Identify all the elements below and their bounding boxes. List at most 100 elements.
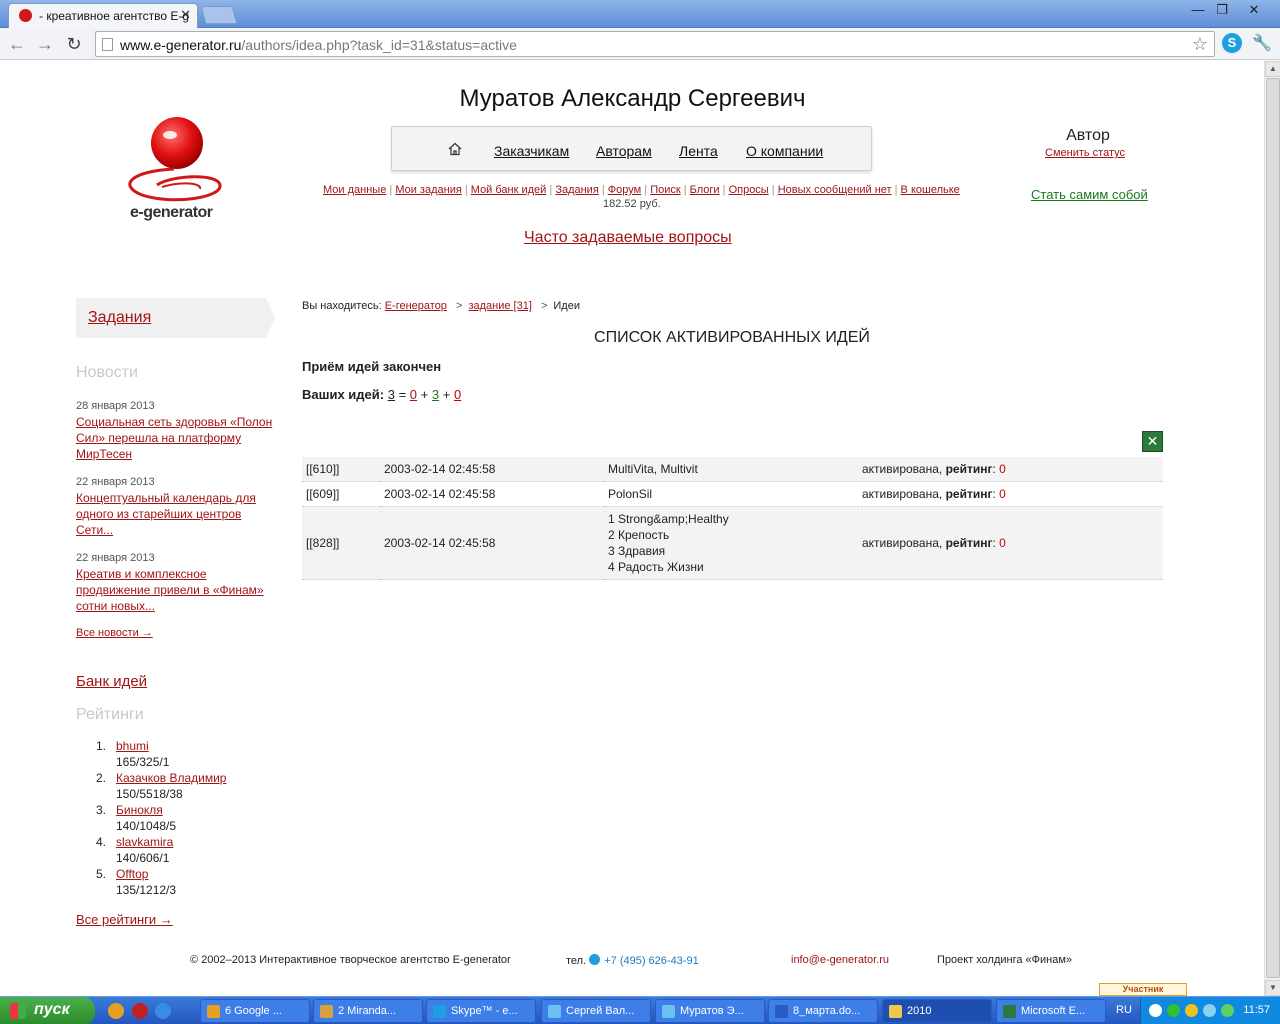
ideas-table: [[610]] 2003-02-14 02:45:58 MultiVita, Mul… bbox=[302, 457, 1163, 580]
news-title-link[interactable]: Креатив и комплексное продвижение привел… bbox=[76, 566, 276, 614]
rating-number: 4. bbox=[96, 835, 107, 849]
scroll-down-icon[interactable]: ▼ bbox=[1265, 980, 1280, 996]
rating-user-link[interactable]: Offtop bbox=[116, 867, 148, 881]
email-link[interactable]: info@e-generator.ru bbox=[791, 954, 889, 966]
status-label: активирована, bbox=[862, 487, 943, 501]
news-title-link[interactable]: Социальная сеть здоровья «Полон Сил» пер… bbox=[76, 414, 276, 462]
scroll-thumb[interactable] bbox=[1266, 78, 1280, 978]
taskbar-button[interactable]: 2 Miranda... bbox=[313, 999, 423, 1023]
breadcrumb-home-link[interactable]: E-генератор bbox=[385, 300, 447, 312]
rating-number: 2. bbox=[96, 771, 107, 785]
taskbar-button[interactable]: Муратов Э... bbox=[655, 999, 765, 1023]
subnav-my-tasks[interactable]: Мои задания bbox=[395, 184, 461, 196]
phone-number-link[interactable]: +7 (495) 626-43-91 bbox=[604, 955, 698, 967]
be-yourself-link[interactable]: Стать самим собой bbox=[1031, 187, 1148, 202]
opera-quicklaunch-icon[interactable] bbox=[132, 1003, 148, 1019]
back-arrow-icon[interactable]: ← bbox=[6, 33, 28, 55]
scroll-up-icon[interactable]: ▲ bbox=[1265, 61, 1280, 77]
footer-holding: Проект холдинга «Финам» bbox=[937, 954, 1073, 966]
faq-link[interactable]: Часто задаваемые вопросы bbox=[524, 229, 732, 247]
browser-tab[interactable]: - креативное агентство E-g ✕ bbox=[8, 3, 198, 28]
nav-authors[interactable]: Авторам bbox=[596, 143, 652, 159]
nav-feed[interactable]: Лента bbox=[679, 143, 718, 159]
rating-number: 3. bbox=[96, 803, 107, 817]
bookmark-star-icon[interactable]: ☆ bbox=[1192, 34, 1208, 55]
subnav-wallet[interactable]: В кошельке bbox=[901, 184, 960, 196]
main-navigation: Заказчикам Авторам Лента О компании bbox=[391, 126, 872, 171]
url-path: /authors/idea.php?task_id=31&status=acti… bbox=[241, 37, 517, 53]
minimize-icon[interactable]: — bbox=[1186, 2, 1210, 18]
antivirus-icon[interactable] bbox=[1167, 1004, 1180, 1017]
breadcrumb-prefix: Вы находитесь: bbox=[302, 300, 382, 312]
new-tab-button[interactable] bbox=[200, 6, 238, 24]
forward-arrow-icon[interactable]: → bbox=[34, 33, 56, 55]
page-content: e-generator Муратов Александр Сергеевич … bbox=[0, 61, 1264, 996]
ideas-count-c-link[interactable]: 0 bbox=[454, 387, 461, 402]
wrench-menu-icon[interactable]: 🔧 bbox=[1252, 33, 1272, 53]
news-item: 22 января 2013 Концептуальный календарь … bbox=[76, 476, 276, 538]
tray-arrow-icon[interactable] bbox=[1149, 1004, 1162, 1017]
change-status-link[interactable]: Сменить статус bbox=[1045, 147, 1125, 159]
phone-label: тел. bbox=[566, 955, 587, 967]
close-window-icon[interactable]: ✕ bbox=[1242, 2, 1266, 18]
taskbar-button[interactable]: 8_марта.do... bbox=[768, 999, 878, 1023]
rating-label: рейтинг bbox=[945, 462, 993, 476]
status-icon[interactable] bbox=[1221, 1004, 1234, 1017]
tab-close-icon[interactable]: ✕ bbox=[180, 7, 191, 23]
subnav-forum[interactable]: Форум bbox=[608, 184, 641, 196]
volume-icon[interactable] bbox=[1203, 1004, 1216, 1017]
idea-status: активирована, рейтинг: 0 bbox=[858, 481, 1163, 507]
ie-quicklaunch-icon[interactable] bbox=[155, 1003, 171, 1019]
subnav-tasks[interactable]: Задания bbox=[555, 184, 598, 196]
tab-title: - креативное агентство E-g bbox=[39, 9, 190, 23]
rating-user-link[interactable]: Казачков Владимир bbox=[116, 771, 226, 785]
ratings-heading: Рейтинги bbox=[76, 706, 144, 723]
skype-extension-icon[interactable]: S bbox=[1222, 33, 1242, 53]
ideas-bank-link[interactable]: Банк идей bbox=[76, 673, 147, 690]
nav-about[interactable]: О компании bbox=[746, 143, 823, 159]
breadcrumb-task-link[interactable]: задание [31] bbox=[468, 300, 531, 312]
reload-icon[interactable]: ↻ bbox=[63, 33, 85, 55]
footer-phone: тел. +7 (495) 626-43-91 bbox=[566, 954, 699, 967]
rating-user-link[interactable]: slavkamira bbox=[116, 835, 173, 849]
ideas-count-b-link[interactable]: 3 bbox=[432, 387, 439, 402]
taskbar-button[interactable]: 2010 bbox=[882, 999, 992, 1023]
sidebar-tasks-label[interactable]: Задания bbox=[88, 309, 151, 327]
subnav-my-idea-bank[interactable]: Мой банк идей bbox=[471, 184, 547, 196]
excel-export-icon[interactable]: ✕ bbox=[1142, 431, 1163, 452]
app-icon bbox=[1003, 1005, 1016, 1018]
nav-customers[interactable]: Заказчикам bbox=[494, 143, 569, 159]
language-indicator[interactable]: RU bbox=[1116, 1004, 1132, 1016]
subnav-my-data[interactable]: Мои данные bbox=[323, 184, 386, 196]
taskbar-button[interactable]: 6 Google ... bbox=[200, 999, 310, 1023]
ideas-count-a-link[interactable]: 0 bbox=[410, 387, 417, 402]
idea-name-line: MultiVita, Multivit bbox=[608, 462, 698, 476]
address-bar[interactable]: www.e-generator.ru/authors/idea.php?task… bbox=[95, 31, 1215, 57]
ideas-total-link[interactable]: 3 bbox=[388, 387, 395, 402]
member-badge[interactable]: Участник bbox=[1099, 983, 1187, 996]
start-button[interactable]: пуск bbox=[0, 997, 95, 1024]
sidebar-tasks-item[interactable]: Задания bbox=[76, 298, 275, 338]
your-ideas-summary: Ваших идей: 3 = 0 + 3 + 0 bbox=[302, 387, 461, 402]
subnav-search[interactable]: Поиск bbox=[650, 184, 680, 196]
all-ratings-link[interactable]: Все рейтинги → bbox=[76, 912, 173, 927]
start-label: пуск bbox=[34, 1001, 70, 1018]
taskbar-button[interactable]: Microsoft E... bbox=[996, 999, 1106, 1023]
idea-name-line: PolonSil bbox=[608, 487, 653, 501]
status-label: активирована, bbox=[862, 462, 943, 476]
subnav-blogs[interactable]: Блоги bbox=[690, 184, 720, 196]
news-title-link[interactable]: Концептуальный календарь для одного из с… bbox=[76, 490, 276, 538]
rating-user-link[interactable]: Бинокля bbox=[116, 803, 163, 817]
news-date: 28 января 2013 bbox=[76, 400, 155, 412]
taskbar-button[interactable]: Сергей Вал... bbox=[541, 999, 651, 1023]
subnav-messages[interactable]: Новых сообщений нет bbox=[778, 184, 892, 196]
subnav-polls[interactable]: Опросы bbox=[729, 184, 769, 196]
home-icon[interactable] bbox=[448, 142, 462, 156]
page-scrollbar[interactable]: ▲ ▼ bbox=[1264, 61, 1280, 996]
chrome-quicklaunch-icon[interactable] bbox=[108, 1003, 124, 1019]
taskbar-button[interactable]: Skype™ - e... bbox=[426, 999, 536, 1023]
all-news-link[interactable]: Все новости → bbox=[76, 627, 153, 639]
rating-user-link[interactable]: bhumi bbox=[116, 739, 149, 753]
restore-icon[interactable]: ❐ bbox=[1210, 2, 1234, 18]
network-icon[interactable] bbox=[1185, 1004, 1198, 1017]
